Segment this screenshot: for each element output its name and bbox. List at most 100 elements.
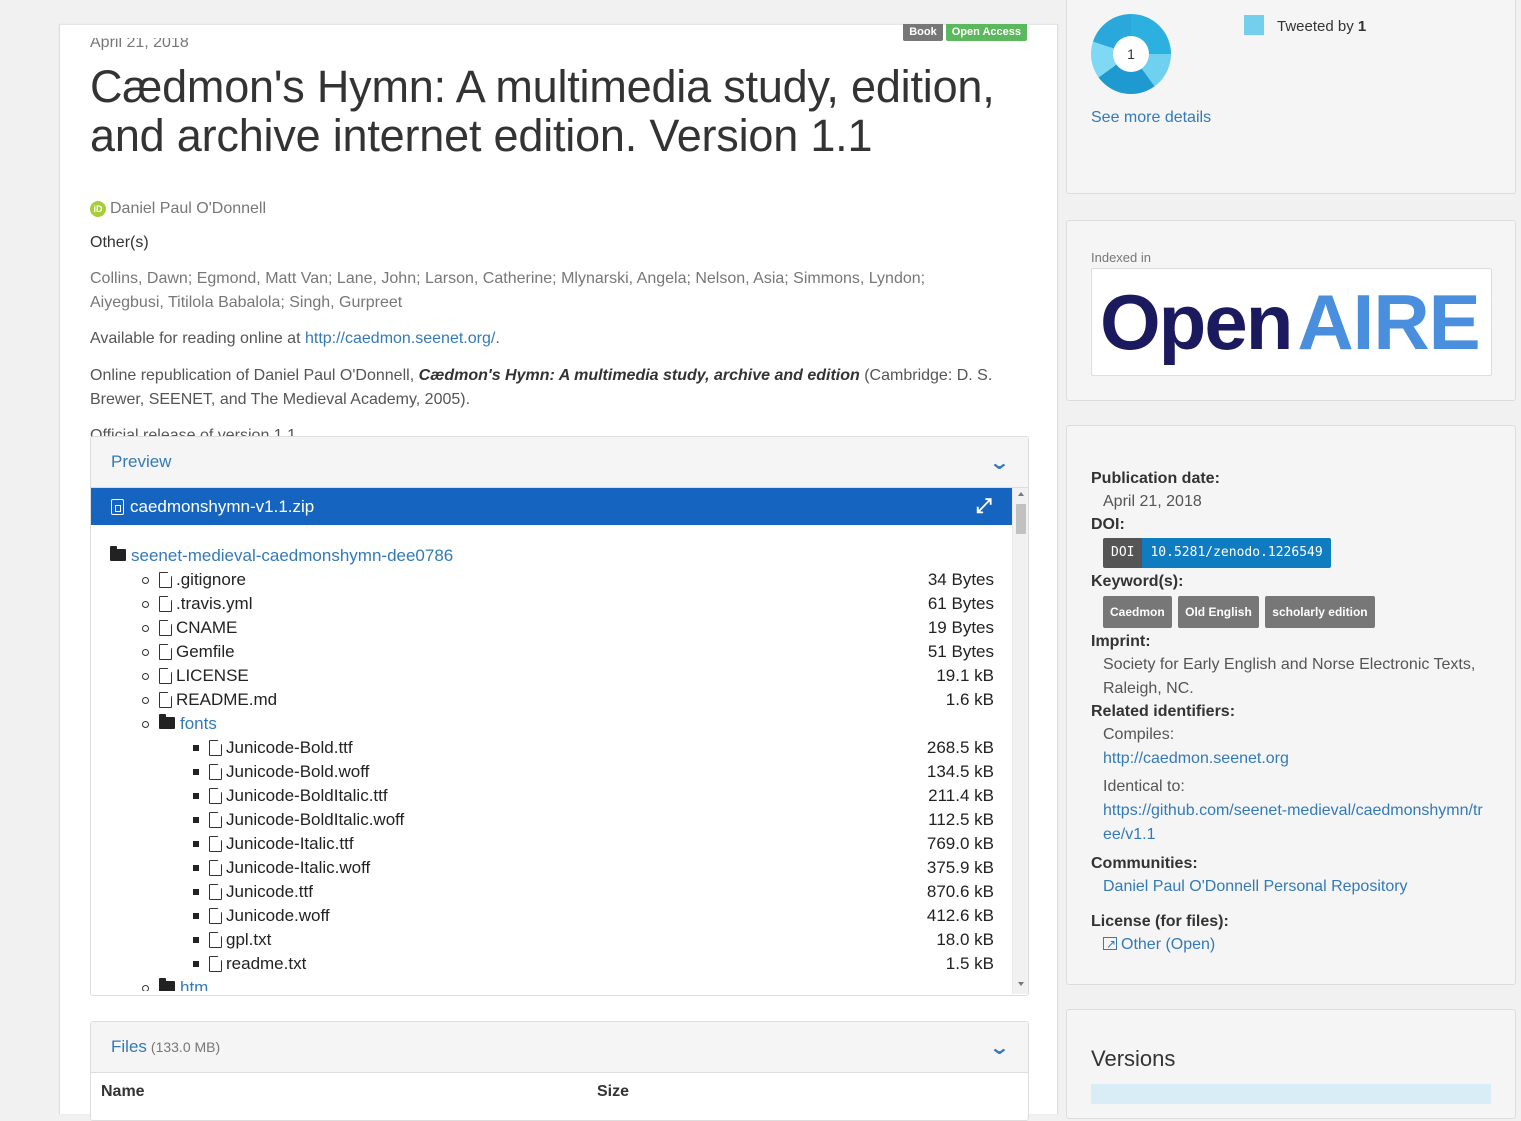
list-bullet: [193, 961, 199, 967]
indexed-in-card: Indexed in Open AIRE: [1066, 220, 1516, 401]
tree-file-row: Junicode-Italic.woff 375.9 kB: [91, 856, 1012, 880]
doi-badge[interactable]: DOI 10.5281/zenodo.1226549: [1103, 538, 1331, 568]
orcid-icon[interactable]: iD: [90, 201, 106, 217]
list-bullet: [193, 889, 199, 895]
chevron-down-icon[interactable]: ⌄: [989, 450, 1011, 475]
file-size: 1.5 kB: [945, 954, 994, 973]
preview-panel-header[interactable]: Preview ⌄: [91, 437, 1028, 488]
folder-name[interactable]: htm: [180, 978, 208, 991]
list-bullet: [193, 745, 199, 751]
tree-root-folder[interactable]: seenet-medieval-caedmonshymn-dee0786: [91, 544, 1012, 568]
file-name: gpl.txt: [226, 930, 272, 949]
fullscreen-icon[interactable]: ⤢: [976, 495, 992, 518]
others-label: Other(s): [90, 234, 149, 251]
file-size: 1.6 kB: [945, 690, 994, 709]
list-bullet: [142, 576, 149, 584]
zip-file-name: caedmonshymn-v1.1.zip: [111, 497, 314, 517]
altmetric-donut-icon[interactable]: 1: [1091, 14, 1171, 94]
metadata-card: Publication date: April 21, 2018 DOI: DO…: [1066, 425, 1516, 985]
community-link[interactable]: Daniel Paul O'Donnell Personal Repositor…: [1103, 878, 1408, 895]
caedmon-site-link[interactable]: http://caedmon.seenet.org/: [305, 330, 495, 347]
doi-label: DOI:: [1091, 516, 1125, 533]
versions-card: Versions: [1066, 1009, 1516, 1119]
tree-file-row: .gitignore 34 Bytes: [91, 568, 1012, 592]
doi-badge-prefix: DOI: [1103, 538, 1143, 568]
file-name: .travis.yml: [176, 594, 253, 613]
files-title[interactable]: Files: [111, 1037, 147, 1056]
folder-name[interactable]: fonts: [180, 714, 217, 734]
identical-to-label: Identical to:: [1103, 778, 1185, 795]
files-table-header: Name Size: [91, 1073, 1028, 1111]
list-bullet: [142, 648, 149, 656]
license-link[interactable]: Other (Open): [1103, 932, 1215, 956]
file-name: CNAME: [176, 618, 238, 637]
list-bullet: [193, 841, 199, 847]
openaire-logo-aire: AIRE: [1297, 278, 1480, 366]
list-bullet: [193, 913, 199, 919]
file-name: Junicode-Italic.woff: [226, 858, 371, 877]
keyword-badge: scholarly edition: [1265, 596, 1375, 628]
folder-name[interactable]: seenet-medieval-caedmonshymn-dee0786: [131, 546, 453, 566]
file-icon: [159, 572, 172, 588]
publication-date-label: Publication date:: [1091, 470, 1220, 487]
file-icon: [209, 836, 222, 852]
identical-to-value: https://github.com/seenet-medieval/caedm…: [1103, 799, 1491, 847]
tree-file-row: Junicode-BoldItalic.ttf 211.4 kB: [91, 784, 1012, 808]
tree-file-row: LICENSE 19.1 kB: [91, 664, 1012, 688]
versions-list[interactable]: [1091, 1084, 1491, 1104]
record-main-card: April 21, 2018 Book Open Access Cædmon's…: [59, 24, 1058, 1121]
file-name: LICENSE: [176, 666, 249, 685]
files-panel-header[interactable]: Files (133.0 MB) ⌄: [91, 1022, 1028, 1073]
tree-file-row: gpl.txt 18.0 kB: [91, 928, 1012, 952]
tree-file-row: CNAME 19 Bytes: [91, 616, 1012, 640]
compiles-label: Compiles:: [1103, 726, 1175, 743]
external-link-icon: [1103, 932, 1117, 956]
file-name: Junicode-Bold.ttf: [226, 738, 353, 757]
preview-scrollbar[interactable]: [1012, 488, 1028, 994]
communities-value: Daniel Paul O'Donnell Personal Repositor…: [1103, 875, 1491, 899]
tree-file-row: Junicode-BoldItalic.woff 112.5 kB: [91, 808, 1012, 832]
imprint-value: Society for Early English and Norse Elec…: [1103, 656, 1476, 697]
openaire-logo[interactable]: Open AIRE: [1091, 268, 1492, 376]
file-name: .gitignore: [176, 570, 246, 589]
tweet-count: 1: [1357, 18, 1367, 35]
see-more-details-link[interactable]: See more details: [1091, 109, 1211, 127]
file-icon: [209, 932, 222, 948]
identical-to-link[interactable]: https://github.com/seenet-medieval/caedm…: [1103, 802, 1483, 843]
record-title: Cædmon's Hymn: A multimedia study, editi…: [90, 61, 995, 161]
scroll-up-icon[interactable]: [1018, 492, 1024, 496]
preview-title[interactable]: Preview: [111, 452, 171, 472]
file-name: readme.txt: [226, 954, 307, 973]
tree-file-row: Junicode.ttf 870.6 kB: [91, 880, 1012, 904]
files-title-group[interactable]: Files (133.0 MB): [111, 1037, 220, 1057]
scrollbar-thumb[interactable]: [1016, 504, 1026, 534]
imprint-label: Imprint:: [1091, 633, 1151, 650]
contributors-list: Collins, Dawn; Egmond, Matt Van; Lane, J…: [90, 270, 926, 311]
file-size: 19.1 kB: [936, 666, 994, 685]
file-size: 211.4 kB: [928, 786, 994, 805]
resource-type-badge: Book: [903, 24, 943, 41]
tree-subfolder-row[interactable]: fonts: [91, 712, 1012, 736]
tree-file-row: README.md 1.6 kB: [91, 688, 1012, 712]
zip-file-icon: [111, 498, 124, 515]
compiles-link[interactable]: http://caedmon.seenet.org: [1103, 750, 1289, 767]
altmetric-card: 1 Tweeted by 1 See more details: [1066, 0, 1516, 194]
files-total-size: (133.0 MB): [150, 1039, 221, 1055]
file-name: Gemfile: [176, 642, 235, 661]
file-icon: [209, 908, 222, 924]
publication-date-top: April 21, 2018: [90, 38, 189, 50]
available-online-text: Available for reading online at http://c…: [90, 327, 1020, 351]
file-icon: [209, 884, 222, 900]
scroll-down-icon[interactable]: [1018, 982, 1024, 986]
column-header-name: Name: [101, 1083, 145, 1100]
keywords-value: Caedmon Old English scholarly edition: [1091, 596, 1491, 628]
available-suffix: .: [495, 330, 500, 347]
republication-text: Online republication of Daniel Paul O'Do…: [90, 364, 1020, 412]
indexed-in-label: Indexed in: [1091, 250, 1151, 265]
file-name: Junicode.woff: [226, 906, 330, 925]
preview-panel: Preview ⌄ caedmonshymn-v1.1.zip ⤢ seenet…: [90, 436, 1029, 996]
chevron-down-icon[interactable]: ⌄: [989, 1035, 1011, 1060]
file-size: 412.6 kB: [926, 906, 994, 925]
archive-file-tree: seenet-medieval-caedmonshymn-dee0786 .gi…: [91, 525, 1012, 991]
tree-subfolder-row[interactable]: htm: [91, 976, 1012, 991]
